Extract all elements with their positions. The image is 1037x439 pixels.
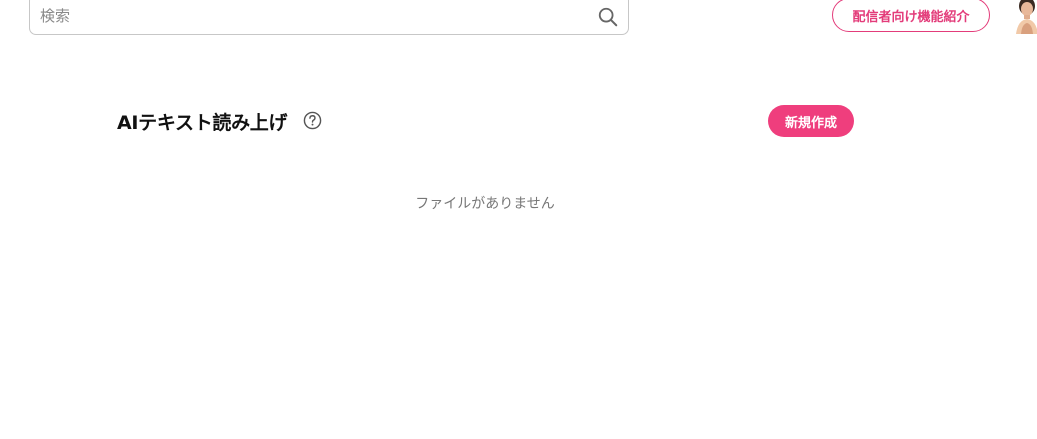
empty-state-message: ファイルがありません [415,196,555,212]
page: 配信者向け機能紹介 AIテキスト読み上げ 新規作成 ファイルがありません [0,0,1037,439]
user-avatar-icon [1010,0,1037,34]
avatar[interactable] [1010,0,1037,34]
help-icon[interactable] [303,111,322,130]
search-input[interactable] [40,2,580,30]
page-title: AIテキスト読み上げ [117,112,288,134]
search-icon[interactable] [597,6,619,28]
search-box[interactable] [29,0,629,35]
creator-features-button[interactable]: 配信者向け機能紹介 [832,0,990,32]
create-new-button[interactable]: 新規作成 [768,105,854,137]
